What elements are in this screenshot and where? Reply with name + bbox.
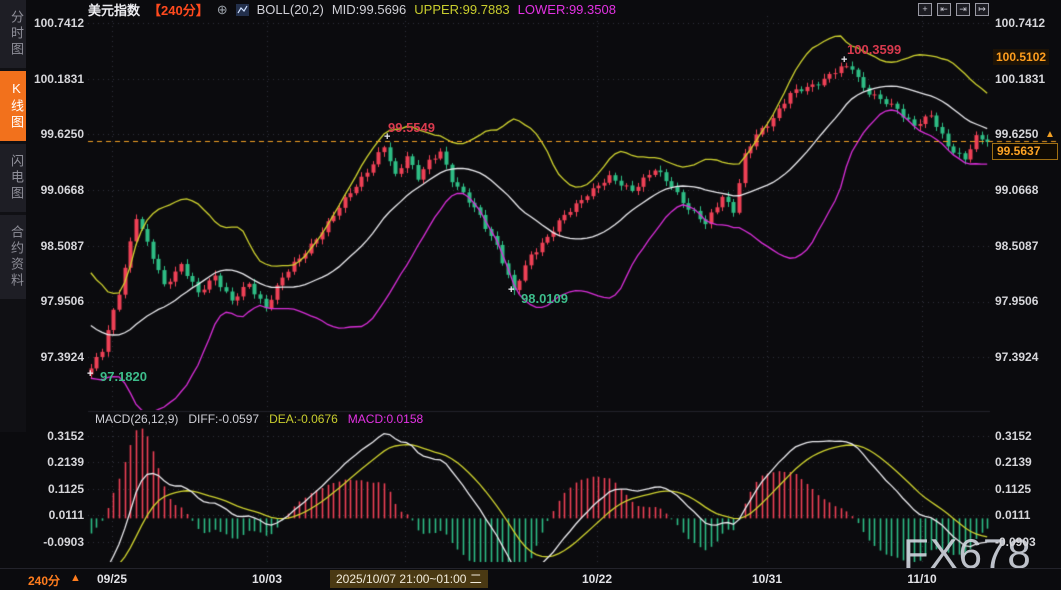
sidebar: 分时图 K线图 闪电图 合约资料 bbox=[0, 0, 26, 432]
macd-header: MACD(26,12,9) DIFF:-0.0597 DEA:-0.0676 M… bbox=[95, 412, 423, 426]
macd-hist-value: MACD:0.0158 bbox=[348, 412, 423, 426]
macd-tick: 0.0111 bbox=[995, 508, 1059, 522]
crosshair-date-tooltip: 2025/10/07 21:00~01:00 二 bbox=[330, 570, 488, 588]
last-price-box: 99.5637 bbox=[992, 143, 1058, 160]
boll-upper-value: UPPER:99.7883 bbox=[414, 2, 509, 17]
period-up-icon[interactable]: ▲ bbox=[70, 572, 81, 584]
kline-app-window: 分时图 K线图 闪电图 合约资料 美元指数 【240分】 ⊕ BOLL(20,2… bbox=[0, 0, 1061, 590]
price-tick: 99.0668 bbox=[995, 183, 1059, 197]
crosshair-icon[interactable]: + bbox=[918, 3, 932, 16]
scale-left-icon[interactable]: ⇤ bbox=[937, 3, 951, 16]
macd-tick: 0.1125 bbox=[0, 482, 84, 496]
date-label: 09/25 bbox=[97, 572, 127, 586]
boll-mid-value: MID:99.5696 bbox=[332, 2, 406, 17]
period-selector[interactable]: 240分 bbox=[28, 572, 60, 589]
boll-lower-value: LOWER:99.3508 bbox=[518, 2, 616, 17]
swing-low-annotation: 98.0109 bbox=[521, 291, 568, 306]
boll-params: BOLL(20,2) bbox=[257, 2, 324, 17]
session-high-label: 100.5102 bbox=[993, 49, 1049, 65]
price-tick: 97.3924 bbox=[995, 350, 1059, 364]
swing-high-annotation: 99.5549 bbox=[388, 120, 435, 135]
sidebar-tab-lightning-chart[interactable]: 闪电图 bbox=[0, 144, 26, 212]
panel-collapse-icon[interactable]: ↦ bbox=[975, 3, 989, 16]
sidebar-tab-contract-info[interactable]: 合约资料 bbox=[0, 215, 26, 299]
add-indicator-icon[interactable]: ⊕ bbox=[217, 2, 228, 18]
macd-tick: -0.0903 bbox=[995, 535, 1059, 549]
sidebar-tab-time-chart[interactable]: 分时图 bbox=[0, 0, 26, 68]
price-tick: 100.1831 bbox=[995, 72, 1059, 86]
price-position-arrow-icon[interactable]: ▲ bbox=[1045, 129, 1055, 140]
scale-right-icon[interactable]: ⇥ bbox=[956, 3, 970, 16]
swing-high-annotation: 100.3599 bbox=[847, 42, 901, 57]
macd-tick: 0.3152 bbox=[995, 429, 1059, 443]
macd-tick: -0.0903 bbox=[0, 535, 84, 549]
macd-params: MACD(26,12,9) bbox=[95, 412, 178, 426]
chart-header: 美元指数 【240分】 ⊕ BOLL(20,2) MID:99.5696 UPP… bbox=[88, 1, 616, 18]
swing-low-annotation: 97.1820 bbox=[100, 369, 147, 384]
date-label: 11/10 bbox=[907, 572, 936, 586]
period-label[interactable]: 【240分】 bbox=[148, 0, 209, 19]
time-axis-bar: 240分 ▲ 09/25 10/03 10/22 10/31 11/10 202… bbox=[0, 568, 1061, 590]
macd-dea-value: DEA:-0.0676 bbox=[269, 412, 338, 426]
date-label: 10/03 bbox=[252, 572, 282, 586]
price-tick: 100.7412 bbox=[995, 16, 1059, 30]
swing-marker-cross-icon: + bbox=[508, 284, 514, 296]
price-tick: 98.5087 bbox=[995, 239, 1059, 253]
macd-tick: 0.2139 bbox=[995, 455, 1059, 469]
chart-toolbar: + ⇤ ⇥ ↦ bbox=[918, 3, 989, 16]
swing-marker-cross-icon: + bbox=[87, 368, 93, 380]
symbol-name: 美元指数 bbox=[88, 0, 140, 19]
macd-tick: 0.2139 bbox=[0, 455, 84, 469]
macd-tick: 0.1125 bbox=[995, 482, 1059, 496]
date-label: 10/22 bbox=[582, 572, 612, 586]
price-tick: 97.9506 bbox=[995, 294, 1059, 308]
date-label: 10/31 bbox=[752, 572, 782, 586]
boll-indicator-icon[interactable] bbox=[236, 4, 249, 16]
sidebar-tab-kline-chart[interactable]: K线图 bbox=[0, 71, 26, 141]
macd-diff-value: DIFF:-0.0597 bbox=[188, 412, 259, 426]
macd-tick: 0.0111 bbox=[0, 508, 84, 522]
